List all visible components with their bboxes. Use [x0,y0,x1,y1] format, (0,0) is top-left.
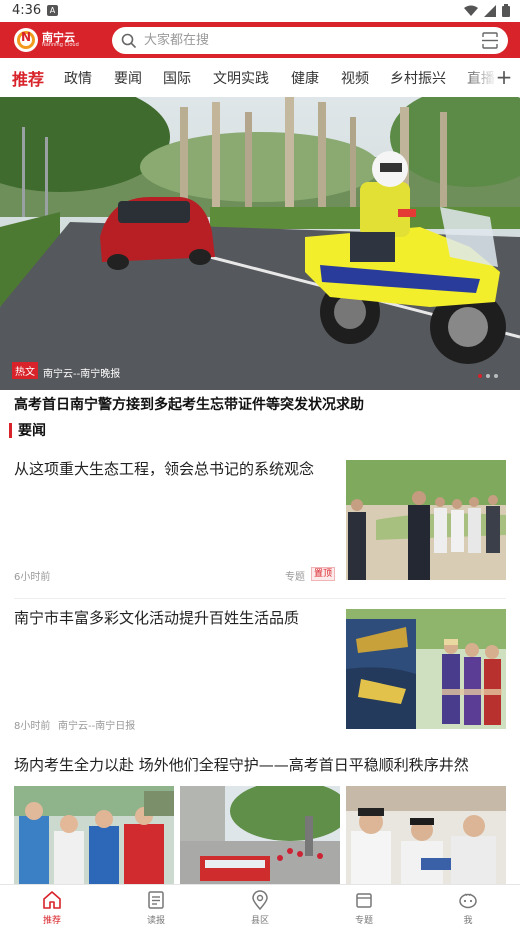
tab-headlines[interactable]: 要闻 [114,68,142,88]
news-title[interactable]: 南宁市丰富多彩文化活动提升百姓生活品质 [14,607,332,629]
tab-health[interactable]: 健康 [291,68,319,88]
logo-text: 南宁云 Nanning Cloud [42,32,79,48]
hero-image [0,97,520,390]
nav-label: 读报 [146,916,165,926]
status-time: 4:36 [12,3,42,18]
status-icons [464,4,510,17]
profile-icon [459,893,477,909]
search-input[interactable] [144,27,444,54]
section-title: 要闻 [18,423,46,439]
section-header: 要闻 [9,422,46,439]
folder-icon [356,893,372,908]
nav-item-me[interactable]: 我 [416,885,520,926]
tab-civilization[interactable]: 文明实践 [213,68,269,88]
carousel-indicator [478,374,498,378]
news-thumbnail[interactable] [346,460,506,580]
app-header: N 南宁云 Nanning Cloud [0,22,520,58]
news-time: 8小时前 [14,721,51,732]
logo-mark-icon: N [14,28,38,52]
pinned-badge: 置顶 [311,567,336,581]
wifi-icon [464,5,478,16]
nav-label: 推荐 [42,916,61,926]
news-topic-tag: 专题 [285,572,305,583]
nav-item-newspaper[interactable]: 读报 [104,885,208,926]
notification-icon: A [47,5,58,16]
tab-politics[interactable]: 政情 [64,68,92,88]
tab-international[interactable]: 国际 [163,68,191,88]
news-item[interactable]: 南宁市丰富多彩文化活动提升百姓生活品质 8小时前 南宁云--南宁日报 [0,605,520,732]
channel-tabs: 推荐 政情 要闻 国际 文明实践 健康 视频 乡村振兴 直播 + [0,58,520,96]
status-bar: 4:36 A [0,0,520,22]
news-title[interactable]: 从这项重大生态工程，领会总书记的系统观念 [14,458,332,480]
section-accent-bar [9,422,12,438]
news-thumbnail[interactable] [346,609,506,729]
news-thumbnail[interactable] [14,786,174,884]
nav-item-recommend[interactable]: 推荐 [0,885,104,926]
bottom-navigation: 推荐 读报 县区 专题 我 [0,884,520,926]
news-image-gallery[interactable] [14,786,506,884]
news-time: 6小时前 [14,572,51,583]
search-icon [121,33,136,48]
news-source: 南宁云--南宁日报 [58,721,136,732]
hero-source: 南宁云--南宁晚报 [43,369,121,380]
news-item[interactable]: 从这项重大生态工程，领会总书记的系统观念 6小时前 专题 置顶 [0,456,520,594]
hero-title[interactable]: 高考首日南宁警方接到多起考生忘带证件等突发状况求助 [14,394,364,414]
newspaper-icon [148,891,164,909]
nav-label: 我 [463,916,473,926]
battery-icon [502,4,510,17]
signal-icon [484,4,496,17]
nav-item-topics[interactable]: 专题 [312,885,416,926]
home-icon [43,891,61,909]
divider [14,598,506,599]
hero-banner[interactable]: 热文 南宁云--南宁晚报 [0,97,520,390]
tab-recommend[interactable]: 推荐 [12,66,44,90]
news-thumbnail[interactable] [180,786,340,884]
news-thumbnail[interactable] [346,786,506,884]
scan-icon[interactable] [482,32,498,49]
location-icon [252,890,268,910]
search-bar[interactable] [112,27,508,54]
nav-item-districts[interactable]: 县区 [208,885,312,926]
tab-rural[interactable]: 乡村振兴 [390,68,446,88]
tab-video[interactable]: 视频 [341,68,369,88]
add-channel-button[interactable]: + [494,65,514,89]
hero-hot-badge: 热文 [12,362,38,379]
news-title[interactable]: 场内考生全力以赴 场外他们全程守护——高考首日平稳顺利秩序井然 [14,754,506,776]
nav-label: 县区 [250,916,269,926]
logo-subtitle: Nanning Cloud [42,42,79,48]
nav-label: 专题 [354,916,373,926]
app-logo[interactable]: N 南宁云 Nanning Cloud [14,27,79,53]
